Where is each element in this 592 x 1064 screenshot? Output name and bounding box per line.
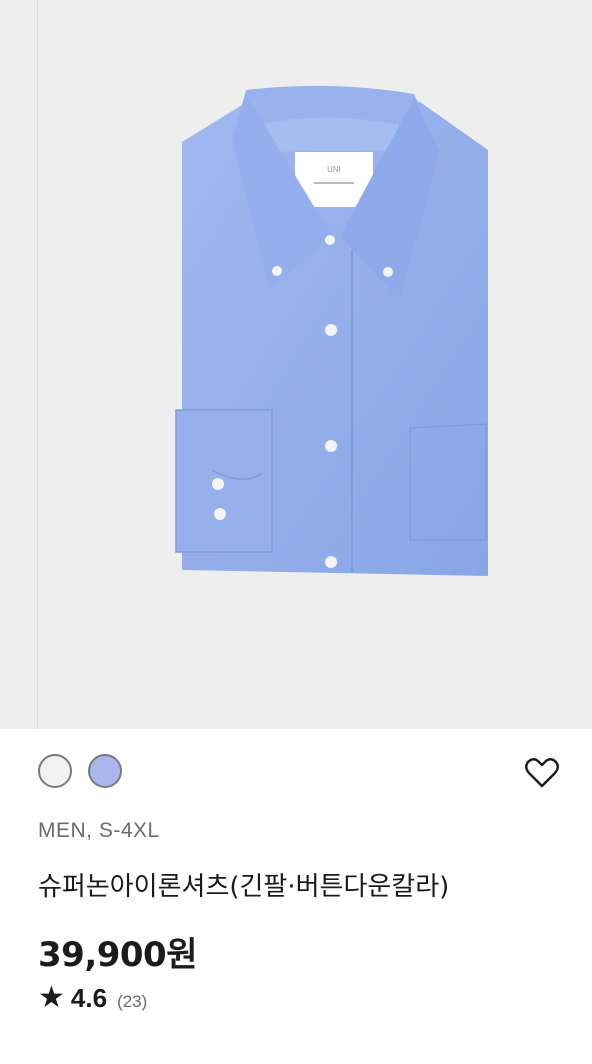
product-name[interactable]: 슈퍼논아이론셔츠(긴팔·버튼다운칼라)	[38, 866, 449, 903]
star-icon: ★	[38, 981, 65, 1014]
gender-size-label: MEN, S-4XL	[38, 819, 160, 842]
product-image-area[interactable]: UNI	[0, 0, 592, 729]
favorite-button[interactable]	[522, 753, 562, 793]
rating-value: 4.6	[70, 983, 108, 1013]
product-price: 39,900원	[38, 935, 197, 975]
color-swatches	[38, 754, 122, 788]
shirt-image[interactable]: UNI	[0, 0, 592, 729]
review-count: (23)	[117, 992, 148, 1011]
rating: ★ 4.6 (23)	[38, 980, 147, 1015]
heart-outline-icon	[525, 758, 559, 788]
color-swatch-white[interactable]	[38, 754, 72, 788]
color-swatch-blue[interactable]	[88, 754, 122, 788]
svg-text:UNI: UNI	[327, 165, 341, 174]
